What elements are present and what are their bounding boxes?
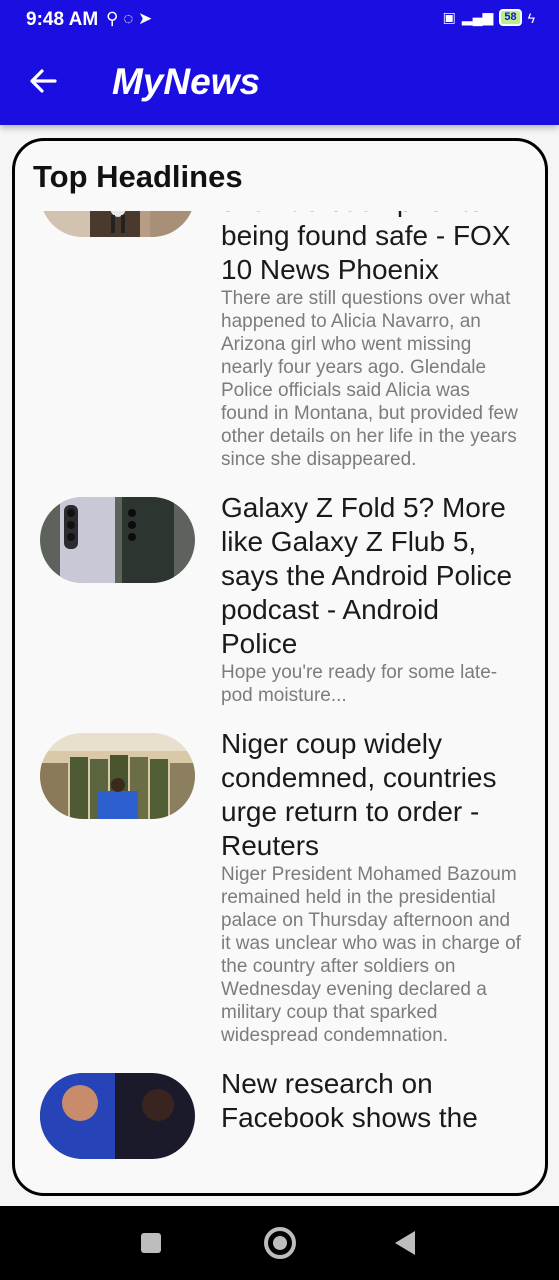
list-item[interactable]: Niger coup widely condemned, countries u… — [15, 727, 545, 1067]
list-item[interactable]: details on where exactly she has been pr… — [15, 211, 545, 491]
list-item[interactable]: Galaxy Z Fold 5? More like Galaxy Z Flub… — [15, 491, 545, 727]
charging-icon: ϟ — [527, 9, 535, 26]
volte-icon: ▣ — [442, 9, 456, 25]
system-nav-bar — [0, 1206, 559, 1280]
article-headline: details on where exactly she has been pr… — [221, 211, 511, 285]
article-thumbnail — [40, 733, 195, 819]
app-title: MyNews — [112, 61, 261, 102]
arrow-left-icon — [30, 69, 57, 93]
article-thumbnail — [40, 497, 195, 583]
article-description: There are still questions over what happ… — [221, 288, 518, 470]
article-description: Hope you're ready for some late-pod mois… — [221, 662, 498, 706]
telegram-icon: ➤ — [138, 9, 153, 28]
signal-icon: ▂▄▆ — [461, 9, 494, 25]
headlines-card: Top Headlines details on wh — [12, 138, 548, 1196]
notification-icons: ⚲ ◌ ➤ — [106, 9, 152, 29]
whatsapp-icon: ◌ — [123, 9, 134, 28]
square-icon[interactable] — [141, 1233, 161, 1253]
article-thumbnail — [40, 211, 195, 237]
section-title: Top Headlines — [33, 159, 243, 194]
back-button[interactable] — [28, 60, 62, 100]
system-indicators: ▣ ▂▄▆ 58 ϟ — [443, 9, 535, 26]
headlines-list[interactable]: details on where exactly she has been pr… — [15, 211, 545, 1193]
article-headline: New research on Facebook shows the — [221, 1068, 478, 1133]
article-headline: Galaxy Z Fold 5? More like Galaxy Z Flub… — [221, 492, 513, 659]
circle-icon[interactable] — [264, 1227, 296, 1259]
article-headline: Niger coup widely condemned, countries u… — [221, 728, 497, 861]
status-bar: 9:48 AM ⚲ ◌ ➤ ▣ ▂▄▆ 58 ϟ — [0, 0, 559, 38]
battery-icon: 58 — [499, 9, 522, 26]
sim-icon: ⚲ — [106, 9, 119, 28]
status-time: 9:48 AM — [26, 9, 99, 30]
list-item[interactable]: New research on Facebook shows the — [15, 1067, 545, 1179]
article-thumbnail — [40, 1073, 195, 1159]
app-bar: MyNews — [0, 38, 559, 125]
triangle-back-icon[interactable] — [395, 1231, 415, 1255]
article-description: Niger President Mohamed Bazoum remained … — [221, 864, 521, 1046]
